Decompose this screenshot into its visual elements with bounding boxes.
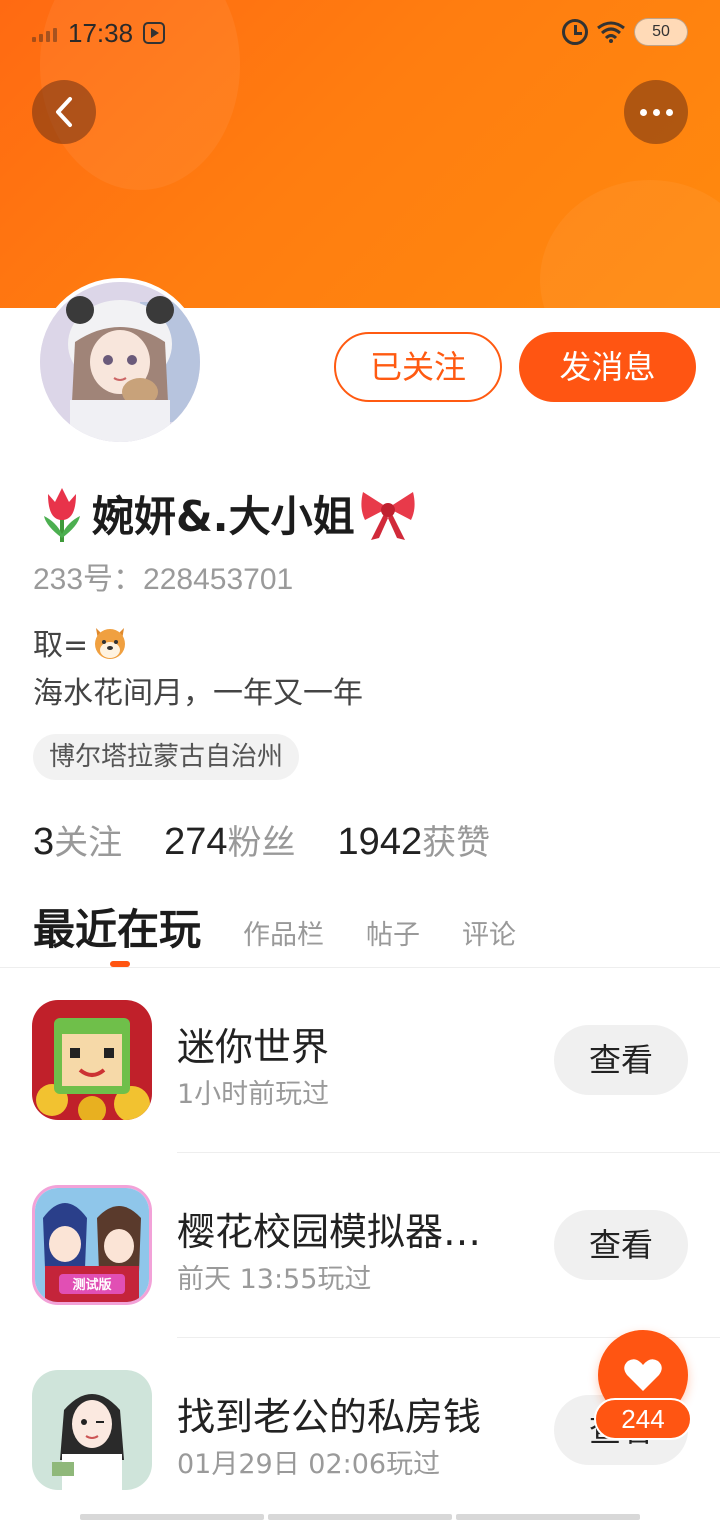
more-dots-icon	[639, 108, 647, 116]
profile-stats: 3 关注 274 粉丝 1942 获赞	[33, 815, 532, 864]
wifi-icon	[597, 21, 625, 43]
game-icon-mini-world	[32, 1000, 152, 1120]
status-bar: 17:38 50	[0, 0, 720, 66]
stat-likes[interactable]: 1942 获赞	[338, 815, 491, 864]
chevron-left-icon	[56, 97, 72, 127]
followed-button[interactable]: 已关注	[334, 332, 502, 402]
stat-number: 274	[164, 821, 228, 863]
game-icon-find-husband-money	[32, 1370, 152, 1490]
like-count-badge: 244	[594, 1398, 692, 1440]
game-last-played: 1小时前玩过	[177, 1079, 330, 1110]
view-button[interactable]: 查看	[554, 1210, 688, 1280]
ribbon-emoji-icon	[360, 492, 415, 540]
profile-name-row: 婉妍&.大小姐	[34, 480, 419, 546]
game-list-item[interactable]: 测试版 樱花校园模拟器… 前天 13:55玩过 查看	[0, 1153, 720, 1337]
stat-label: 获赞	[422, 823, 491, 863]
avatar[interactable]	[36, 278, 204, 446]
screen-record-icon	[143, 22, 165, 44]
signal-icon	[32, 26, 57, 42]
svg-text:测试版: 测试版	[72, 1277, 111, 1293]
stat-label: 关注	[54, 823, 123, 863]
profile-tabs: 最近在玩 作品栏 帖子 评论	[33, 896, 558, 957]
game-last-played: 前天 13:55玩过	[177, 1264, 372, 1295]
game-last-played: 01月29日 02:06玩过	[177, 1449, 441, 1480]
dog-face-emoji-icon	[95, 628, 126, 659]
alarm-icon	[562, 19, 588, 45]
bio-line-2: 海水花间月，一年又一年	[33, 676, 363, 711]
game-icon-sakura-school: 测试版	[32, 1185, 152, 1305]
more-options-button[interactable]	[624, 80, 688, 144]
view-button[interactable]: 查看	[554, 1025, 688, 1095]
game-title: 樱花校园模拟器…	[177, 1210, 482, 1254]
battery-indicator: 50	[634, 18, 688, 46]
bio-line-1: 取=	[33, 620, 130, 664]
game-title: 找到老公的私房钱	[177, 1395, 482, 1439]
status-time: 17:38	[68, 18, 134, 48]
stat-label: 粉丝	[227, 823, 296, 863]
back-button[interactable]	[32, 80, 96, 144]
tab-recently-played[interactable]: 最近在玩	[33, 896, 201, 957]
location-tag: 博尔塔拉蒙古自治州	[33, 734, 300, 780]
heart-icon	[624, 1359, 662, 1391]
bottom-scroll-strip	[80, 1514, 640, 1520]
tab-works[interactable]: 作品栏	[243, 913, 324, 952]
send-message-button[interactable]: 发消息	[519, 332, 696, 402]
bio-line-1-text: 取=	[33, 628, 89, 663]
tab-comments[interactable]: 评论	[462, 913, 516, 952]
stat-following[interactable]: 3 关注	[33, 815, 122, 864]
stat-fans[interactable]: 274 粉丝	[164, 815, 295, 864]
game-title: 迷你世界	[177, 1025, 330, 1069]
stat-number: 1942	[337, 821, 423, 863]
game-list-item[interactable]: 迷你世界 1小时前玩过 查看	[0, 968, 720, 1152]
tulip-emoji-icon	[44, 488, 80, 542]
tab-posts[interactable]: 帖子	[366, 913, 420, 952]
user-id: 233号：228453701	[33, 563, 294, 596]
profile-name: 婉妍&.大小姐	[92, 491, 355, 541]
stat-number: 3	[33, 821, 55, 863]
